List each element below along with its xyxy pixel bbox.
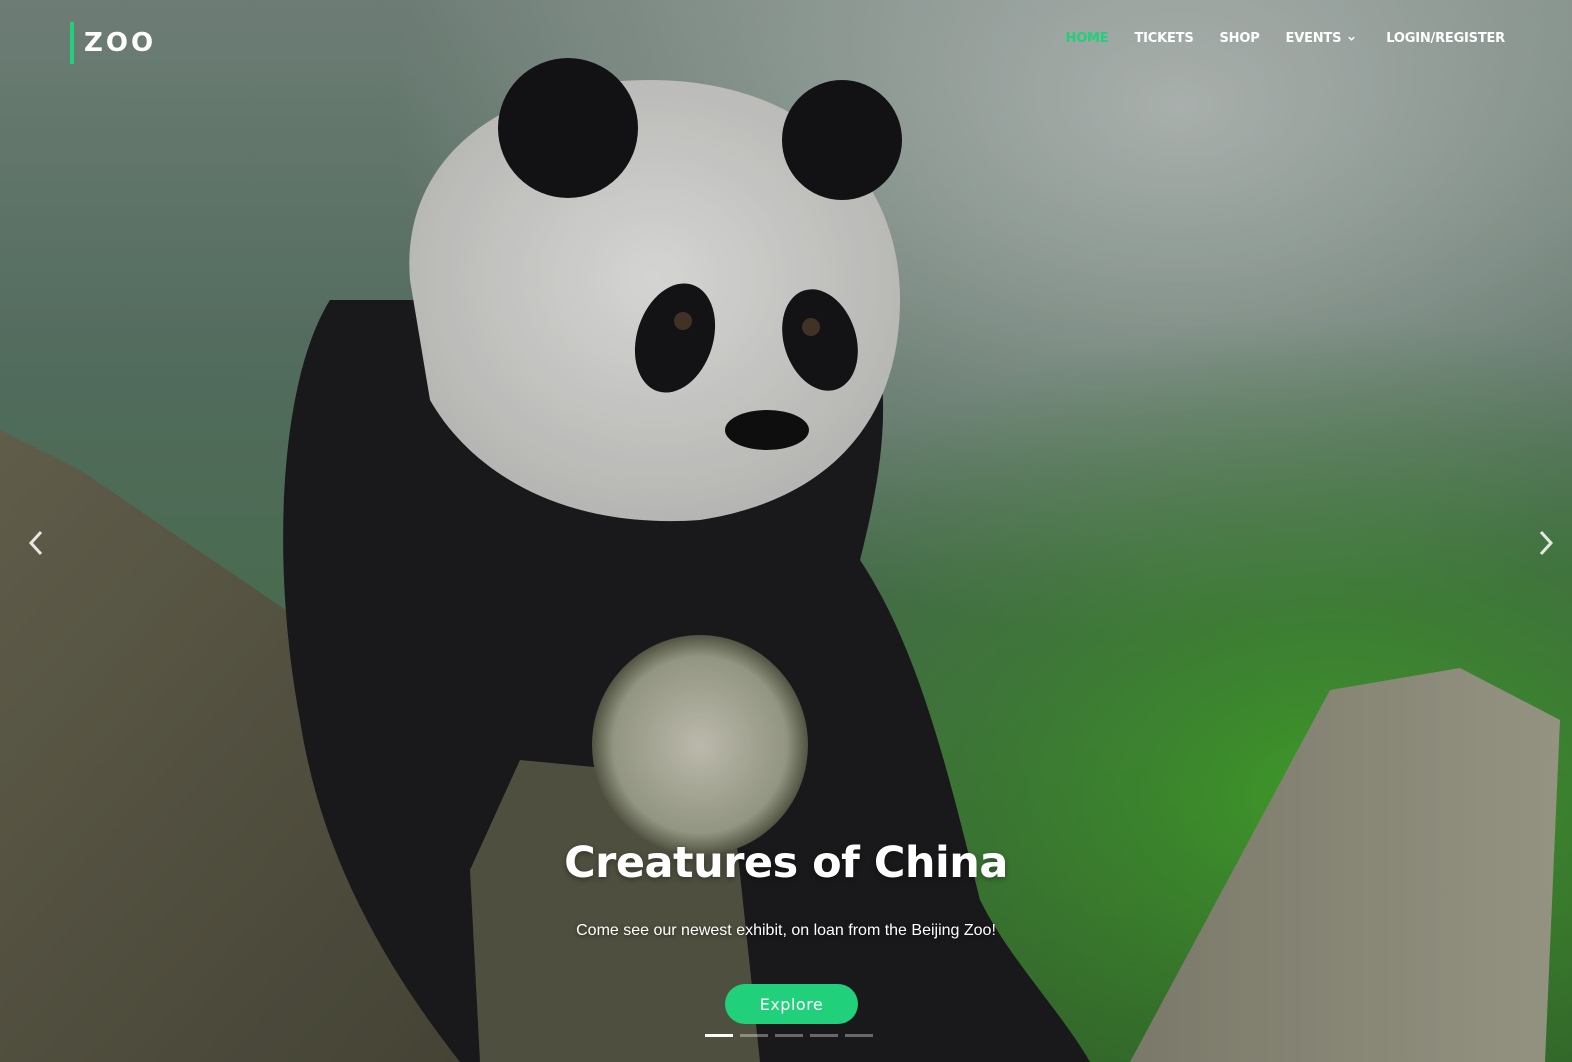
carousel-indicator-3[interactable] bbox=[775, 1034, 803, 1037]
logo[interactable]: ZOO bbox=[70, 22, 156, 64]
chevron-down-icon bbox=[1348, 36, 1355, 41]
carousel-indicator-2[interactable] bbox=[740, 1034, 768, 1037]
carousel-indicator-1[interactable] bbox=[705, 1034, 733, 1037]
site-header: ZOO HOME TICKETS SHOP EVENTS LOGIN/REGIS… bbox=[0, 0, 1572, 90]
panda-hero-image bbox=[0, 0, 1572, 1062]
explore-button[interactable]: Explore bbox=[725, 984, 858, 1024]
chevron-left-icon[interactable] bbox=[22, 526, 52, 560]
chevron-right-icon[interactable] bbox=[1530, 526, 1560, 560]
nav-shop[interactable]: SHOP bbox=[1220, 31, 1260, 46]
hero-subtitle: Come see our newest exhibit, on loan fro… bbox=[576, 922, 996, 939]
carousel-indicators bbox=[705, 1034, 880, 1037]
nav-login-register[interactable]: LOGIN/REGISTER bbox=[1386, 31, 1505, 46]
hero-carousel: ZOO HOME TICKETS SHOP EVENTS LOGIN/REGIS… bbox=[0, 0, 1572, 1062]
carousel-indicator-5[interactable] bbox=[845, 1034, 873, 1037]
carousel-indicator-4[interactable] bbox=[810, 1034, 838, 1037]
nav-home[interactable]: HOME bbox=[1066, 31, 1109, 46]
nav-events-label: EVENTS bbox=[1285, 31, 1342, 46]
nav-events[interactable]: EVENTS bbox=[1286, 31, 1357, 46]
nav-tickets[interactable]: TICKETS bbox=[1134, 31, 1193, 46]
hero-title: Creatures of China bbox=[564, 838, 1008, 888]
logo-accent-bar bbox=[70, 22, 74, 64]
main-nav: HOME TICKETS SHOP EVENTS LOGIN/REGISTER bbox=[1040, 31, 1506, 46]
logo-text: ZOO bbox=[84, 28, 157, 58]
